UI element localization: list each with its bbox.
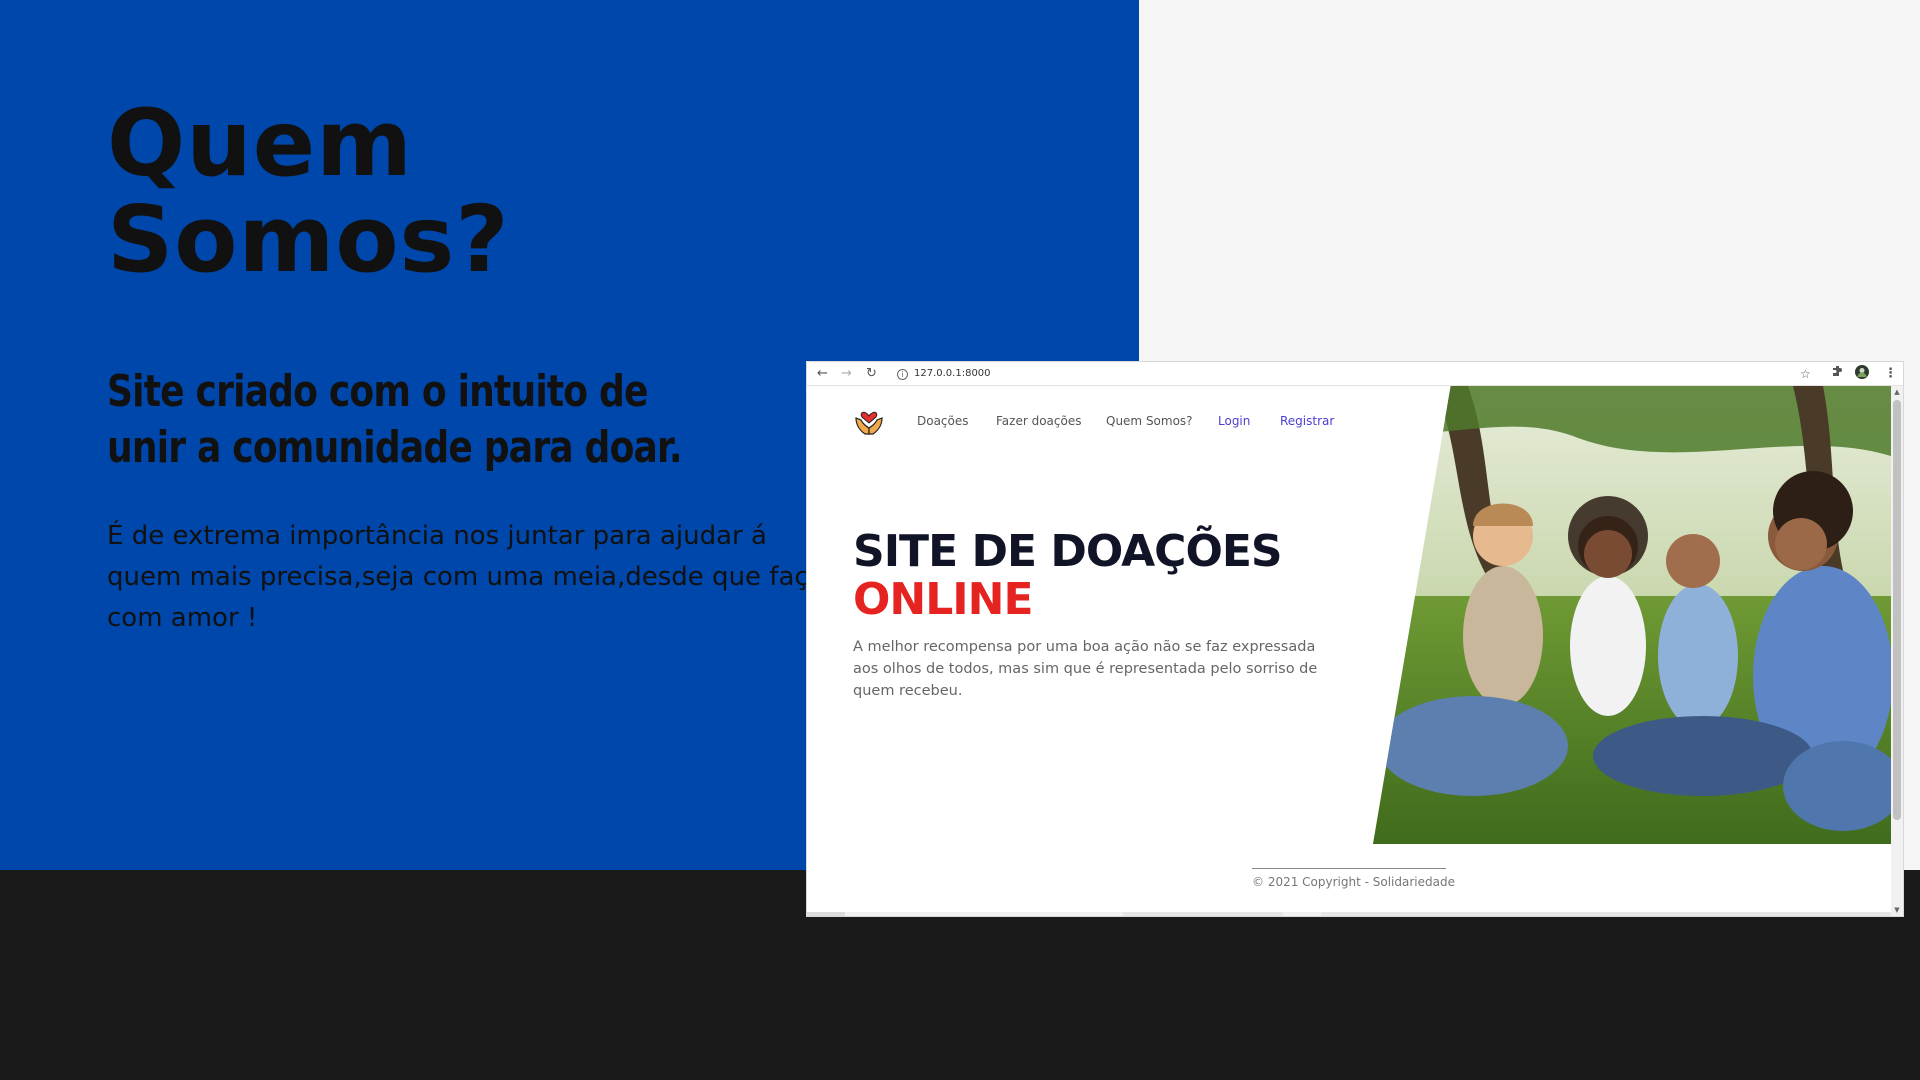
extensions-icon[interactable] — [1832, 365, 1844, 383]
back-arrow-icon[interactable]: ← — [817, 365, 828, 383]
footer-copyright: © 2021 Copyright - Solidariedade — [1252, 875, 1455, 889]
web-page: Doações Fazer doações Quem Somos? Login … — [807, 386, 1891, 916]
horizontal-scrollbar[interactable] — [807, 912, 1891, 916]
star-icon[interactable]: ☆ — [1800, 365, 1811, 383]
address-bar-url: 127.0.0.1:8000 — [914, 368, 991, 379]
horizontal-scroll-thumb[interactable] — [807, 912, 845, 916]
browser-toolbar: ← → ↻ i 127.0.0.1:8000 ☆ ⋮ — [807, 362, 1903, 386]
nav-fazer-doacoes[interactable]: Fazer doações — [996, 413, 1081, 429]
slide-title-line2: Somos? — [107, 186, 510, 293]
vertical-scrollbar[interactable]: ▲ ▼ — [1891, 386, 1903, 916]
hero-text: A melhor recompensa por uma boa ação não… — [853, 639, 1318, 699]
hero-title: SITE DE DOAÇÕES — [853, 526, 1283, 577]
hero-title-highlight: ONLINE — [853, 574, 1034, 625]
menu-dots-icon[interactable]: ⋮ — [1884, 365, 1897, 383]
footer-divider — [1252, 868, 1446, 869]
slide-subtitle: Site criado com o intuito de unir a comu… — [107, 366, 683, 473]
slide-title-line1: Quem — [107, 90, 413, 197]
info-icon[interactable]: i — [897, 369, 908, 380]
hands-heart-logo-icon[interactable] — [853, 404, 885, 436]
horizontal-scroll-track-mark-2 — [1321, 912, 1891, 916]
nav-registrar[interactable]: Registrar — [1280, 413, 1334, 429]
address-bar[interactable]: i 127.0.0.1:8000 — [897, 365, 1797, 383]
horizontal-scroll-track-mark — [1123, 912, 1283, 916]
vertical-scroll-thumb[interactable] — [1893, 400, 1901, 820]
hero-photo-children — [1373, 386, 1891, 844]
nav-quem-somos[interactable]: Quem Somos? — [1106, 413, 1193, 429]
profile-icon[interactable] — [1855, 365, 1869, 385]
nav-doacoes[interactable]: Doações — [917, 413, 969, 429]
slide-title: Quem Somos? — [107, 96, 807, 288]
scroll-down-icon[interactable]: ▼ — [1891, 904, 1903, 916]
forward-arrow-icon[interactable]: → — [841, 365, 852, 383]
nav-login[interactable]: Login — [1218, 413, 1250, 429]
browser-window: ← → ↻ i 127.0.0.1:8000 ☆ ⋮ Doações Fazer … — [807, 362, 1903, 916]
scroll-up-icon[interactable]: ▲ — [1891, 386, 1903, 398]
slide-body-text: É de extrema importância nos juntar para… — [107, 521, 825, 633]
reload-icon[interactable]: ↻ — [866, 365, 877, 383]
